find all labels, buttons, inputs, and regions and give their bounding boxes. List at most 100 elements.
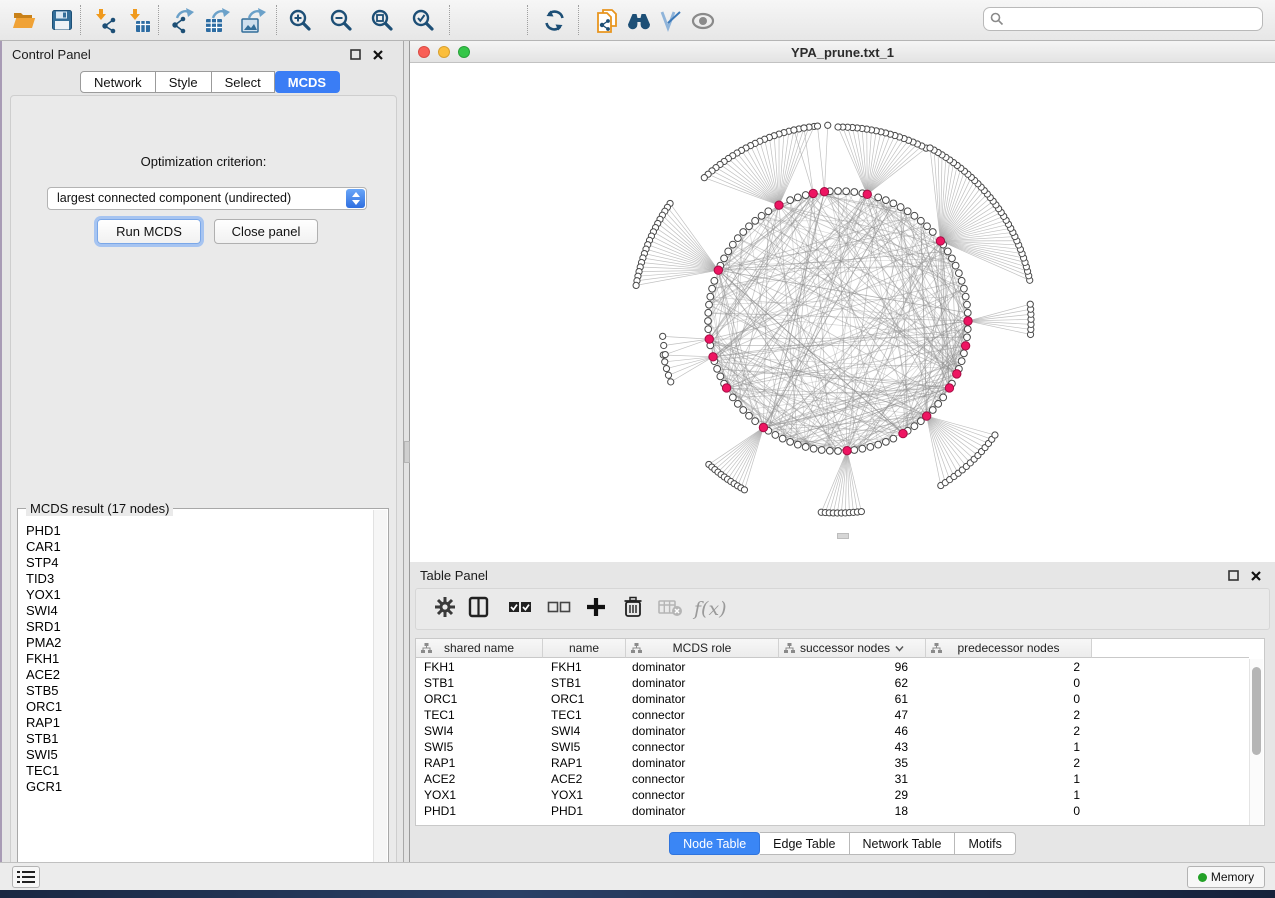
mcds-hub-node[interactable] <box>863 190 871 198</box>
mcds-result-item[interactable]: SWI5 <box>26 747 366 763</box>
run-mcds-button[interactable]: Run MCDS <box>97 219 201 244</box>
zoom-out-button[interactable] <box>325 4 357 36</box>
table-row[interactable]: SWI5SWI5connector431 <box>416 739 1249 755</box>
mcds-result-item[interactable]: GCR1 <box>26 779 366 795</box>
mcds-result-item[interactable]: STB1 <box>26 731 366 747</box>
mcds-result-item[interactable]: PHD1 <box>26 523 366 539</box>
mcds-hub-node[interactable] <box>709 353 717 361</box>
table-row[interactable]: YOX1YOX1connector291 <box>416 787 1249 803</box>
scrollbar-thumb[interactable] <box>1252 667 1261 755</box>
zoom-fit-button[interactable] <box>366 4 398 36</box>
table-row[interactable]: PHD1PHD1dominator180 <box>416 803 1249 819</box>
mcds-hub-node[interactable] <box>759 423 767 431</box>
mcds-hub-node[interactable] <box>945 384 953 392</box>
show-columns-button[interactable] <box>468 596 490 624</box>
mcds-list-scrollbar[interactable] <box>373 510 387 878</box>
optimization-criterion-select[interactable]: largest connected component (undirected) <box>47 187 367 210</box>
zoom-selected-button[interactable] <box>407 4 439 36</box>
tab-select[interactable]: Select <box>212 71 275 93</box>
tab-style[interactable]: Style <box>156 71 212 93</box>
table-row[interactable]: SWI4SWI4dominator462 <box>416 723 1249 739</box>
mcds-hub-node[interactable] <box>922 412 930 420</box>
mcds-result-item[interactable]: STP4 <box>26 555 366 571</box>
column-header-name[interactable]: name <box>543 639 626 658</box>
tab-node-table[interactable]: Node Table <box>669 832 760 855</box>
search-input[interactable] <box>983 7 1263 31</box>
network-canvas[interactable] <box>411 63 1274 561</box>
horizontal-splitter-handle[interactable] <box>837 533 849 539</box>
mcds-hub-node[interactable] <box>936 237 944 245</box>
apply-layout-button[interactable] <box>538 4 570 36</box>
hide-details-button[interactable] <box>654 4 686 36</box>
table-row[interactable]: FKH1FKH1dominator962 <box>416 659 1249 675</box>
mcds-hub-node[interactable] <box>961 342 969 350</box>
open-file-button[interactable] <box>8 4 40 36</box>
float-panel-icon[interactable] <box>349 48 363 62</box>
tab-network-table[interactable]: Network Table <box>850 832 956 855</box>
table-row[interactable]: ORC1ORC1dominator610 <box>416 691 1249 707</box>
export-image-button[interactable] <box>236 4 268 36</box>
float-panel-icon[interactable] <box>1227 569 1241 583</box>
close-panel-icon[interactable] <box>371 48 385 62</box>
mcds-hub-node[interactable] <box>953 370 961 378</box>
mcds-result-item[interactable]: TEC1 <box>26 763 366 779</box>
table-row[interactable]: RAP1RAP1dominator352 <box>416 755 1249 771</box>
mcds-result-list[interactable]: PHD1CAR1STP4TID3YOX1SWI4SRD1PMA2FKH1ACE2… <box>26 523 366 795</box>
mcds-result-item[interactable]: PMA2 <box>26 635 366 651</box>
mcds-hub-node[interactable] <box>843 446 851 454</box>
memory-button[interactable]: Memory <box>1187 866 1265 888</box>
show-details-button[interactable] <box>686 4 718 36</box>
network-window-titlebar[interactable]: YPA_prune.txt_1 <box>410 41 1275 63</box>
mcds-result-item[interactable]: SWI4 <box>26 603 366 619</box>
column-header-predecessor-nodes[interactable]: predecessor nodes <box>926 639 1092 658</box>
function-builder-button[interactable]: f(x) <box>694 596 727 624</box>
mcds-hub-node[interactable] <box>820 188 828 196</box>
network-graph[interactable] <box>411 63 1274 561</box>
zoom-in-button[interactable] <box>284 4 316 36</box>
table-cell: 61 <box>779 691 926 707</box>
mcds-hub-node[interactable] <box>809 189 817 197</box>
column-header-MCDS-role[interactable]: MCDS role <box>626 639 779 658</box>
mcds-result-item[interactable]: FKH1 <box>26 651 366 667</box>
mcds-hub-node[interactable] <box>714 266 722 274</box>
new-network-from-selection-button[interactable] <box>590 4 622 36</box>
mcds-result-item[interactable]: YOX1 <box>26 587 366 603</box>
deselect-all-button[interactable] <box>547 596 573 624</box>
mcds-hub-node[interactable] <box>899 429 907 437</box>
table-settings-button[interactable] <box>434 596 456 624</box>
column-header-successor-nodes[interactable]: successor nodes <box>779 639 926 658</box>
close-panel-icon[interactable] <box>1249 569 1263 583</box>
column-header-shared-name[interactable]: shared name <box>416 639 543 658</box>
tab-edge-table[interactable]: Edge Table <box>760 832 849 855</box>
delete-table-button[interactable] <box>658 596 684 624</box>
mcds-result-item[interactable]: CAR1 <box>26 539 366 555</box>
delete-row-button[interactable] <box>623 596 643 624</box>
table-row[interactable]: STB1STB1dominator620 <box>416 675 1249 691</box>
mcds-hub-node[interactable] <box>722 384 730 392</box>
add-row-button[interactable] <box>585 596 607 624</box>
table-row[interactable]: TEC1TEC1connector472 <box>416 707 1249 723</box>
export-table-button[interactable] <box>200 4 232 36</box>
tab-motifs[interactable]: Motifs <box>955 832 1015 855</box>
mcds-result-item[interactable]: ACE2 <box>26 667 366 683</box>
mcds-hub-node[interactable] <box>964 317 972 325</box>
first-neighbors-button[interactable] <box>622 4 654 36</box>
import-network-button[interactable] <box>88 4 120 36</box>
select-all-button[interactable] <box>508 596 534 624</box>
mcds-hub-node[interactable] <box>705 335 713 343</box>
export-network-button[interactable] <box>166 4 198 36</box>
tab-mcds[interactable]: MCDS <box>275 71 340 93</box>
mcds-result-item[interactable]: TID3 <box>26 571 366 587</box>
table-scrollbar[interactable] <box>1249 659 1263 825</box>
save-session-button[interactable] <box>46 4 78 36</box>
table-row[interactable]: ACE2ACE2connector311 <box>416 771 1249 787</box>
mcds-result-item[interactable]: SRD1 <box>26 619 366 635</box>
panel-list-button[interactable] <box>12 866 40 888</box>
mcds-result-item[interactable]: RAP1 <box>26 715 366 731</box>
mcds-result-item[interactable]: ORC1 <box>26 699 366 715</box>
close-panel-button[interactable]: Close panel <box>214 219 318 244</box>
tab-network[interactable]: Network <box>80 71 156 93</box>
import-table-button[interactable] <box>122 4 154 36</box>
mcds-hub-node[interactable] <box>775 201 783 209</box>
mcds-result-item[interactable]: STB5 <box>26 683 366 699</box>
